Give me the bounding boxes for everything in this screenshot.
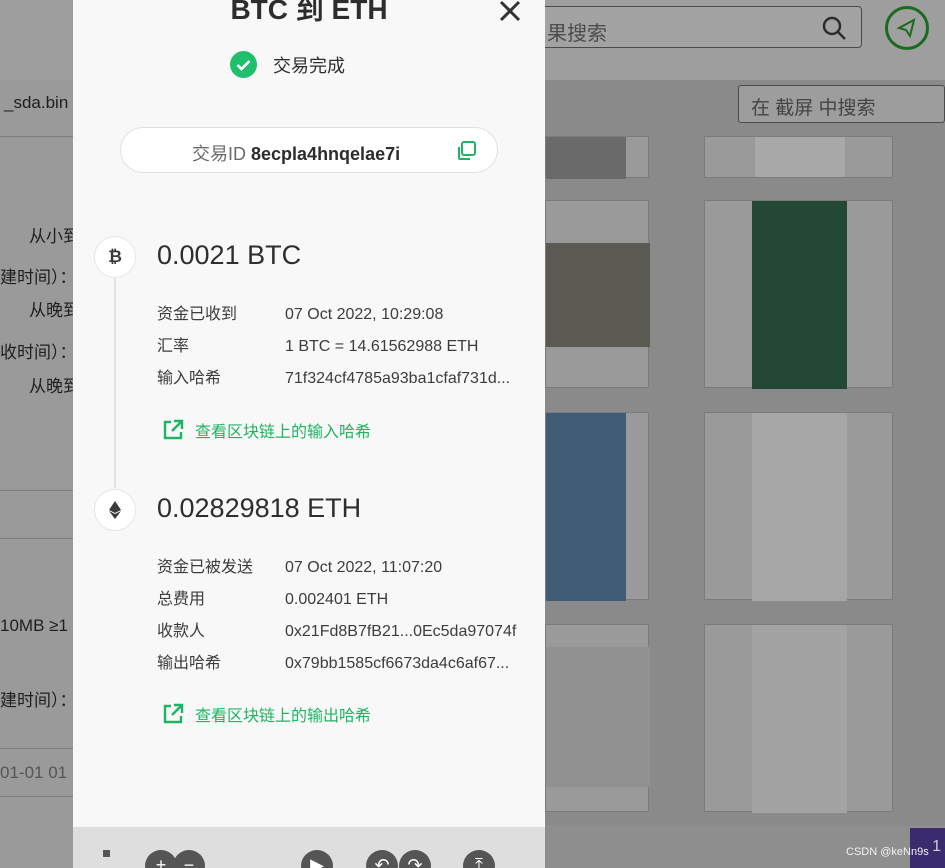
detail-row: 资金已被发送 07 Oct 2022, 11:07:20 — [157, 553, 442, 577]
detail-row: 收款人 0x21Fd8B7fB21...0Ec5da97074f — [157, 617, 516, 641]
logo-icon[interactable] — [885, 6, 929, 50]
tx-id-value: 8ecpla4hnqelae7i — [251, 144, 401, 164]
divider — [0, 748, 74, 749]
detail-key: 资金已收到 — [157, 306, 238, 323]
thumbnail[interactable] — [545, 412, 649, 601]
detail-key: 资金已被发送 — [157, 559, 254, 576]
background-filter-panel: _sda.bin 从小到 建时间）： 从晚到 收时间）： 从晚到 10MB ≥1… — [0, 80, 80, 868]
screenshot-grid — [545, 80, 945, 825]
size-filter[interactable]: 10MB ≥1 — [0, 616, 68, 636]
date-input[interactable]: 01-01 01 — [0, 763, 67, 783]
input-amount: 0.0021 BTC — [157, 240, 302, 270]
background-search-placeholder: 果搜索 — [547, 23, 607, 45]
detail-value: 0.002401 ETH — [285, 591, 389, 608]
view-input-hash-link[interactable]: 查看区块链上的输入哈希 — [161, 418, 371, 442]
thumbnail[interactable] — [704, 412, 893, 601]
thumbnail[interactable] — [704, 200, 893, 389]
divider — [0, 136, 74, 137]
detail-key: 总费用 — [157, 591, 206, 608]
thumbnail[interactable] — [704, 624, 893, 813]
detail-value: 1 BTC = 14.61562988 ETH — [285, 338, 479, 355]
screenshot-search-placeholder: 在 截屏 中搜索 — [751, 98, 876, 119]
detail-row: 汇率 1 BTC = 14.61562988 ETH — [157, 332, 478, 356]
search-icon[interactable] — [821, 15, 847, 41]
divider — [0, 796, 74, 797]
external-link-icon — [163, 419, 184, 440]
detail-row: 输出哈希 0x79bb1585cf6673da4c6af67... — [157, 649, 509, 673]
detail-value: 0x21Fd8B7fB21...0Ec5da97074f — [285, 623, 517, 640]
close-icon[interactable] — [497, 0, 523, 24]
thumbnail[interactable] — [704, 136, 893, 178]
detail-key: 输出哈希 — [157, 655, 222, 672]
check-icon — [230, 51, 257, 78]
thumbnail[interactable] — [545, 200, 650, 388]
thumbnail[interactable] — [545, 136, 649, 179]
detail-value: 07 Oct 2022, 10:29:08 — [285, 306, 444, 323]
detail-value: 71f324cf4785a93ba1cfaf731d... — [285, 370, 511, 387]
detail-row: 输入哈希 71f324cf4785a93ba1cfaf731d... — [157, 364, 510, 388]
copy-icon[interactable] — [455, 140, 477, 162]
exchange-detail-modal: BTC 到 ETH 交易完成 交易ID 8ecpla4hnqelae7i ₿ 0… — [73, 0, 545, 868]
detail-value: 07 Oct 2022, 11:07:20 — [285, 559, 443, 576]
link-text: 查看区块链上的输出哈希 — [195, 708, 372, 725]
detail-key: 收款人 — [157, 623, 206, 640]
external-link-icon — [163, 703, 184, 724]
watermark: CSDN @keNn9s — [846, 846, 929, 858]
detail-value: 0x79bb1585cf6673da4c6af67... — [285, 655, 510, 672]
modal-title: BTC 到 ETH — [230, 0, 388, 25]
view-output-hash-link[interactable]: 查看区块链上的输出哈希 — [161, 702, 371, 726]
background-search-box[interactable]: 果搜索 — [540, 6, 862, 48]
link-text: 查看区块链上的输入哈希 — [195, 424, 372, 441]
divider — [0, 538, 74, 539]
bitcoin-icon: ₿ — [94, 236, 136, 278]
ethereum-icon — [94, 489, 136, 531]
status-text: 交易完成 — [273, 55, 345, 76]
thumbnail[interactable] — [545, 624, 650, 812]
filter-label: 收时间）： — [0, 343, 77, 362]
transaction-status: 交易完成 — [230, 51, 345, 78]
detail-key: 输入哈希 — [157, 370, 222, 387]
detail-row: 资金已收到 07 Oct 2022, 10:29:08 — [157, 300, 443, 324]
tx-label: 交易ID — [192, 144, 246, 164]
stop-icon[interactable] — [103, 850, 110, 857]
detail-row: 总费用 0.002401 ETH — [157, 585, 388, 609]
filter-label: 建时间）： — [0, 691, 77, 710]
file-name-text: _sda.bin — [4, 93, 69, 112]
transaction-id-box: 交易ID 8ecpla4hnqelae7i — [120, 127, 498, 173]
divider — [0, 490, 74, 491]
detail-key: 汇率 — [157, 338, 190, 355]
output-amount: 0.02829818 ETH — [157, 493, 362, 523]
transaction-id-label: 交易ID 8ecpla4hnqelae7i — [192, 140, 400, 166]
screenshot-search-box[interactable]: 在 截屏 中搜索 — [738, 85, 945, 123]
filter-label: 建时间）： — [0, 268, 77, 287]
timeline-connector — [114, 276, 116, 488]
